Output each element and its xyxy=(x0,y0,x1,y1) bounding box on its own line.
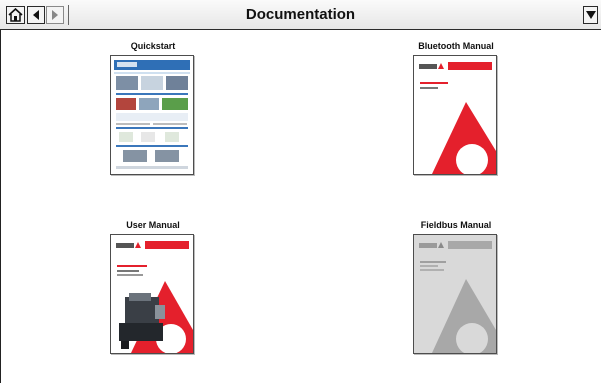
quickstart-thumbnail[interactable] xyxy=(110,55,194,175)
document-label: User Manual xyxy=(126,220,180,230)
document-quickstart[interactable]: Quickstart xyxy=(93,40,213,175)
right-arrow-icon xyxy=(52,10,58,20)
bluetooth-manual-thumbnail[interactable] xyxy=(413,55,497,175)
fieldbus-manual-cover-image xyxy=(414,235,496,353)
dropdown-triangle-icon xyxy=(585,11,596,19)
document-user-manual[interactable]: User Manual xyxy=(93,219,213,354)
user-manual-thumbnail[interactable] xyxy=(110,234,194,354)
document-label: Bluetooth Manual xyxy=(418,41,494,51)
document-bluetooth-manual[interactable]: Bluetooth Manual xyxy=(396,40,516,175)
document-label: Fieldbus Manual xyxy=(420,220,492,230)
document-label: Quickstart xyxy=(130,41,176,51)
app-frame xyxy=(0,0,601,383)
user-manual-cover-image xyxy=(111,235,193,353)
forward-button[interactable] xyxy=(46,6,64,24)
fieldbus-manual-thumbnail[interactable] xyxy=(413,234,497,354)
menu-dropdown-button[interactable] xyxy=(583,6,598,24)
left-arrow-icon xyxy=(33,10,39,20)
toolbar-separator xyxy=(68,5,69,25)
home-icon xyxy=(8,8,23,22)
bluetooth-manual-cover-image xyxy=(414,56,496,174)
top-toolbar: Documentation xyxy=(0,0,601,30)
page-title: Documentation xyxy=(245,6,356,23)
document-fieldbus-manual[interactable]: Fieldbus Manual xyxy=(396,219,516,354)
quickstart-preview-image xyxy=(114,60,190,169)
home-button[interactable] xyxy=(6,6,25,24)
back-button[interactable] xyxy=(27,6,45,24)
